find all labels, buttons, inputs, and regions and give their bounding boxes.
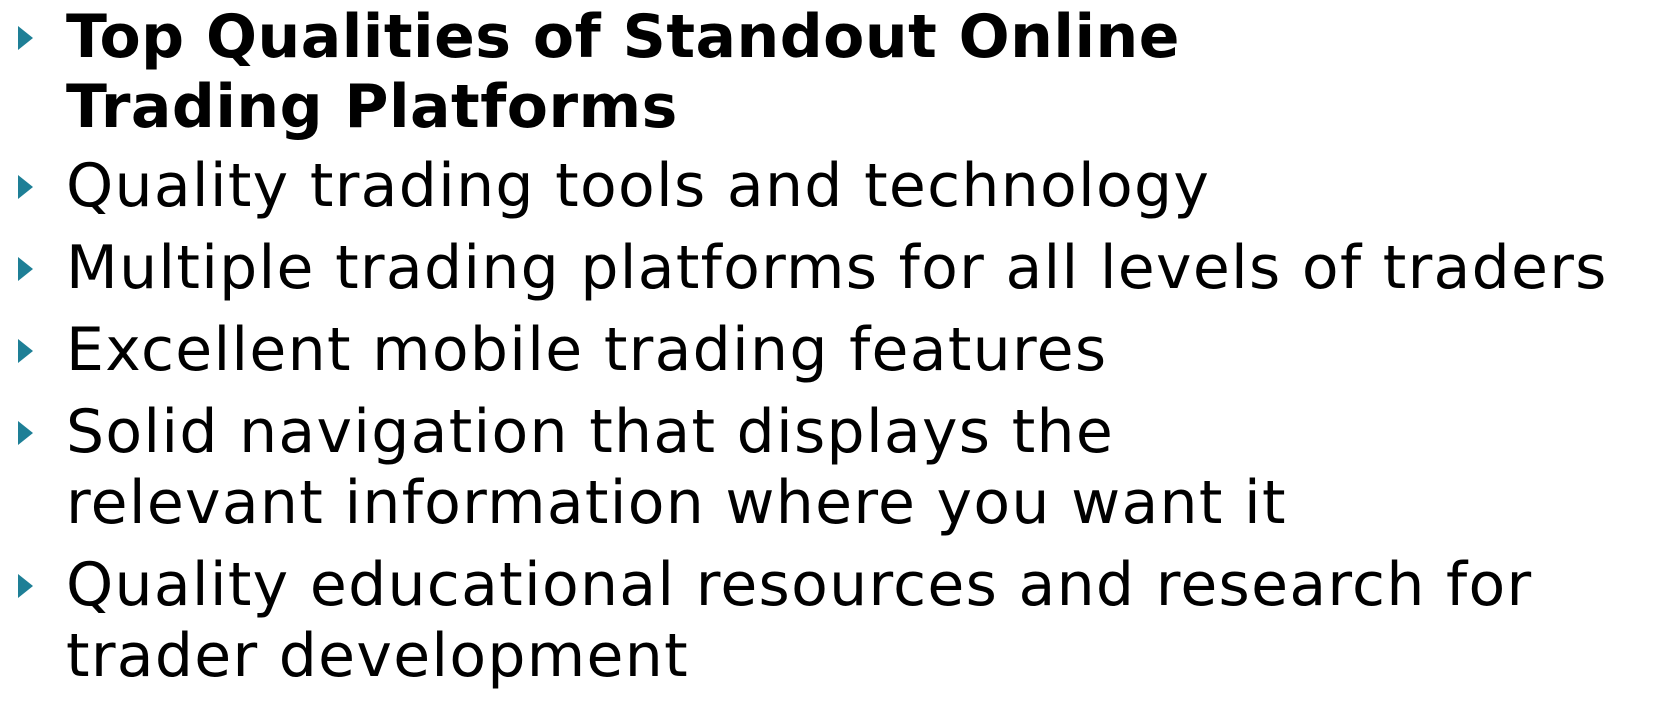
list-item-text: Quality trading tools and technology	[66, 151, 1211, 221]
triangle-right-icon	[18, 421, 33, 445]
triangle-right-icon	[18, 175, 33, 199]
list-item: Quality educational resources and resear…	[0, 550, 1677, 692]
list-item-title: Top Qualities of Standout Online Trading…	[0, 2, 1677, 142]
slide: Top Qualities of Standout Online Trading…	[0, 0, 1677, 700]
bullet-list: Top Qualities of Standout Online Trading…	[0, 2, 1677, 703]
triangle-right-icon	[18, 26, 33, 50]
list-item: Quality trading tools and technology	[0, 151, 1677, 222]
triangle-right-icon	[18, 339, 33, 363]
list-item: Solid navigation that displays the relev…	[0, 397, 1677, 539]
list-item: Excellent mobile trading features	[0, 315, 1677, 386]
list-item: Multiple trading platforms for all level…	[0, 233, 1677, 304]
triangle-right-icon	[18, 574, 33, 598]
list-item-text: Excellent mobile trading features	[66, 315, 1108, 385]
list-item-text: Top Qualities of Standout Online Trading…	[66, 2, 1180, 142]
list-item-text: Multiple trading platforms for all level…	[66, 233, 1608, 303]
list-item-text: Quality educational resources and resear…	[66, 550, 1533, 691]
triangle-right-icon	[18, 257, 33, 281]
list-item-text: Solid navigation that displays the relev…	[66, 397, 1287, 538]
